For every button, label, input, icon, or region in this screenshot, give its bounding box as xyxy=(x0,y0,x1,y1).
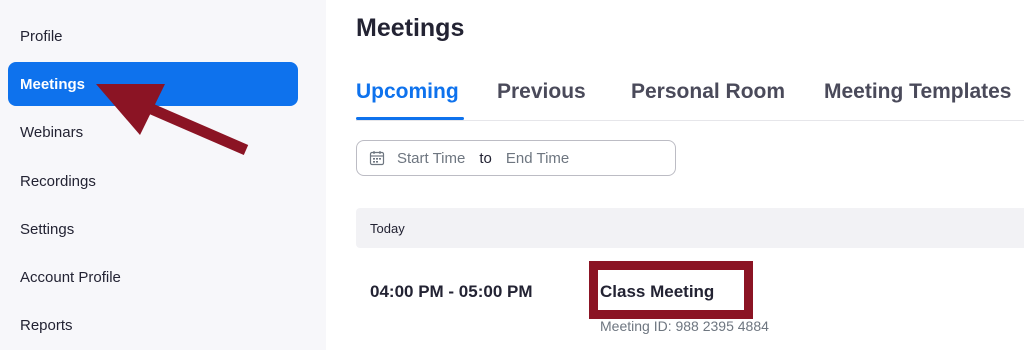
sidebar-item-label: Webinars xyxy=(20,123,84,141)
day-group-header: Today xyxy=(356,208,1024,248)
tab-previous[interactable]: Previous xyxy=(497,80,586,104)
sidebar-item-label: Settings xyxy=(20,220,75,238)
date-range-picker[interactable]: Start Time to End Time xyxy=(356,140,676,176)
sidebar: Profile Meetings Webinars Recordings Set… xyxy=(0,0,326,350)
tab-upcoming[interactable]: Upcoming xyxy=(356,80,459,104)
sidebar-item-label: Profile xyxy=(20,27,63,45)
date-range-separator: to xyxy=(479,149,492,167)
sidebar-item-label: Account Profile xyxy=(20,268,121,286)
end-time-field[interactable]: End Time xyxy=(506,150,569,167)
sidebar-item-label: Reports xyxy=(20,316,73,334)
sidebar-item-label: Meetings xyxy=(20,75,86,93)
day-group-label: Today xyxy=(370,220,405,236)
sidebar-item-webinars[interactable]: Webinars xyxy=(8,110,298,154)
start-time-field[interactable]: Start Time xyxy=(397,150,465,167)
sidebar-item-account-profile[interactable]: Account Profile xyxy=(8,255,298,299)
sidebar-item-recordings[interactable]: Recordings xyxy=(8,159,298,203)
meeting-id: Meeting ID: 988 2395 4884 xyxy=(600,318,769,334)
sidebar-item-label: Recordings xyxy=(20,172,96,190)
tab-personal-room[interactable]: Personal Room xyxy=(631,80,785,104)
sidebar-item-settings[interactable]: Settings xyxy=(8,207,298,251)
calendar-icon xyxy=(369,150,385,166)
sidebar-item-reports[interactable]: Reports xyxy=(8,303,298,347)
tab-meeting-templates[interactable]: Meeting Templates xyxy=(824,80,1011,104)
sidebar-item-meetings[interactable]: Meetings xyxy=(8,62,298,106)
highlight-box-annotation xyxy=(589,261,753,319)
sidebar-item-profile[interactable]: Profile xyxy=(8,14,298,58)
tabs-divider xyxy=(356,120,1024,121)
meeting-time: 04:00 PM - 05:00 PM xyxy=(370,282,533,301)
page-title: Meetings xyxy=(356,14,465,42)
